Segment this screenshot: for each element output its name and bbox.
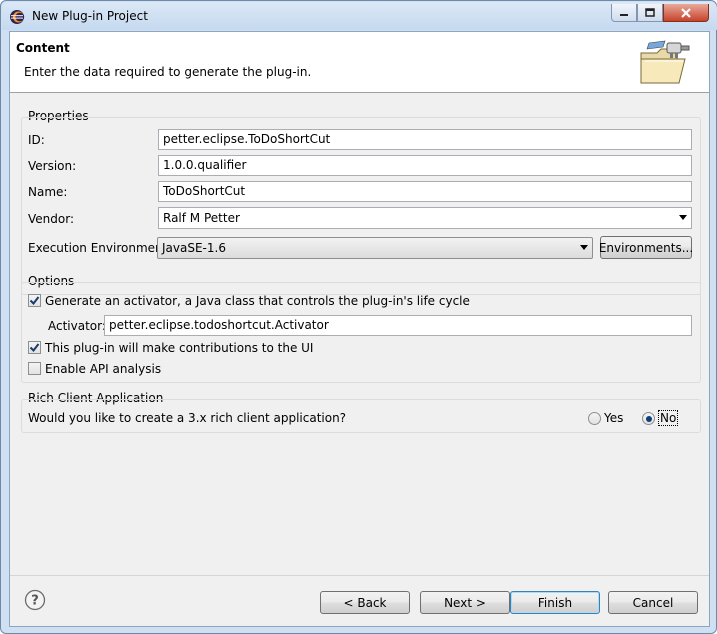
back-button[interactable]: < Back [320,591,410,614]
api-analysis-checkbox[interactable] [28,362,41,375]
rcp-yes-label[interactable]: Yes [604,411,623,425]
wizard-header: Content Enter the data required to gener… [10,32,709,93]
id-label: ID: [28,133,45,147]
exec-env-value: JavaSE-1.6 [162,241,226,255]
version-field[interactable]: 1.0.0.qualifier [158,155,692,176]
dialog-window: New Plug-in Project Content Enter the da… [0,0,717,634]
title-bar[interactable]: New Plug-in Project [2,2,717,30]
close-button[interactable] [663,4,709,22]
finish-button[interactable]: Finish [510,591,600,614]
exec-env-combo[interactable]: JavaSE-1.6 [157,237,593,259]
rcp-no-label[interactable]: No [658,410,679,426]
chevron-down-icon [580,245,588,250]
plugin-folder-icon [640,40,690,84]
minimize-button[interactable] [611,4,637,22]
activator-label: Activator: [48,319,106,333]
radio-selected-dot [645,415,652,422]
id-field[interactable]: petter.eclipse.ToDoShortCut [158,129,692,150]
vendor-value: Ralf M Petter [163,211,240,225]
dialog-client-area: Content Enter the data required to gener… [9,31,710,627]
environments-button[interactable]: Environments... [599,236,693,259]
exec-env-label: Execution Environment: [28,241,172,255]
name-label: Name: [28,185,68,199]
name-field[interactable]: ToDoShortCut [158,181,692,202]
activator-field[interactable]: petter.eclipse.todoshortcut.Activator [104,315,692,336]
rcp-no-radio[interactable] [642,412,655,425]
next-button[interactable]: Next > [420,591,510,614]
rcp-yes-radio[interactable] [588,412,601,425]
window-title: New Plug-in Project [32,9,148,23]
generate-activator-checkbox[interactable] [28,294,41,307]
page-title: Content [16,41,70,55]
api-analysis-label[interactable]: Enable API analysis [45,362,161,376]
maximize-button[interactable] [637,4,663,22]
svg-text:?: ? [31,594,39,609]
eclipse-icon [10,10,25,24]
vendor-combo[interactable]: Ralf M Petter [158,207,692,229]
version-label: Version: [28,159,77,173]
minimize-icon [620,13,628,16]
ui-contributions-label[interactable]: This plug-in will make contributions to … [45,341,313,355]
checkmark-icon [29,343,40,353]
maximize-icon [645,8,655,17]
cancel-button[interactable]: Cancel [608,591,698,614]
checkmark-icon [29,296,40,306]
close-icon [681,7,691,18]
generate-activator-label[interactable]: Generate an activator, a Java class that… [45,294,470,308]
rcp-question: Would you like to create a 3.x rich clie… [28,411,347,425]
ui-contributions-checkbox[interactable] [28,341,41,354]
page-description: Enter the data required to generate the … [24,65,312,79]
vendor-label: Vendor: [28,212,74,226]
help-icon[interactable]: ? [24,589,46,611]
footer-separator [10,575,709,576]
chevron-down-icon [679,215,687,220]
